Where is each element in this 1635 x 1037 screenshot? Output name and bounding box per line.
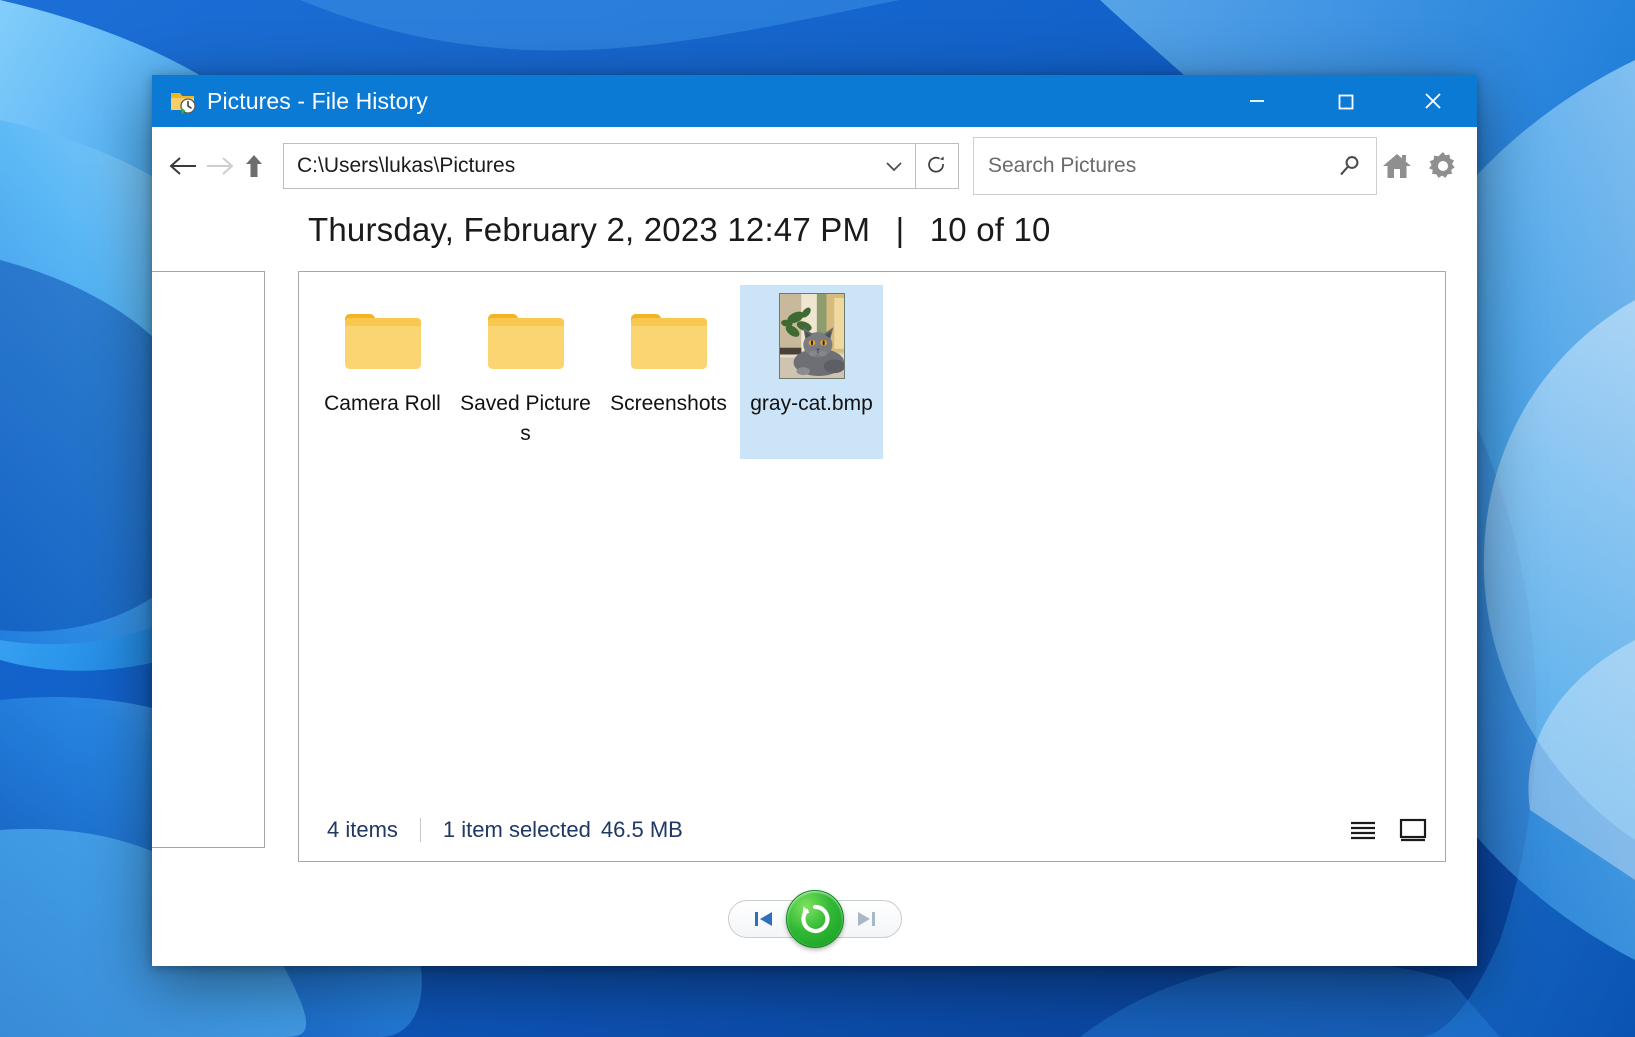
image-thumbnail	[778, 293, 845, 379]
status-bar: 4 items 1 item selected 46.5 MB	[299, 799, 1445, 861]
search-icon[interactable]	[1324, 153, 1376, 179]
file-history-window: Pictures - File History C:\Users\lukas\P…	[152, 75, 1477, 966]
back-button[interactable]	[166, 140, 201, 192]
gear-icon[interactable]	[1423, 146, 1463, 186]
list-item-selected[interactable]: gray-cat.bmp	[740, 285, 883, 459]
file-list-pane[interactable]: Camera Roll Saved Pictures Screenshots g…	[298, 271, 1446, 862]
toolbar-actions	[1377, 146, 1467, 186]
window-titlebar[interactable]: Pictures - File History	[152, 75, 1477, 127]
address-path: C:\Users\lukas\Pictures	[297, 154, 516, 177]
list-item[interactable]: Saved Pictures	[454, 285, 597, 459]
titlebar-left: Pictures - File History	[152, 88, 428, 115]
close-icon[interactable]	[1389, 75, 1477, 127]
address-bar[interactable]: C:\Users\lukas\Pictures	[283, 143, 916, 189]
minimize-icon[interactable]	[1213, 75, 1301, 127]
content-area: Camera Roll Saved Pictures Screenshots g…	[265, 271, 1477, 872]
navigation-toolbar: C:\Users\lukas\Pictures	[152, 127, 1477, 205]
selection-info: 1 item selected	[442, 817, 591, 842]
folder-icon	[483, 293, 569, 379]
details-view-icon[interactable]	[1345, 813, 1381, 847]
navigation-pane[interactable]	[152, 271, 265, 848]
refresh-icon[interactable]	[915, 143, 959, 189]
list-item[interactable]: Camera Roll	[311, 285, 454, 459]
header-separator: |	[895, 211, 905, 248]
selection-size: 46.5 MB	[600, 817, 683, 842]
version-navigation	[727, 890, 902, 948]
gray-cat-thumbnail	[778, 293, 845, 379]
forward-button[interactable]	[201, 140, 236, 192]
search-box[interactable]	[973, 137, 1377, 195]
window-controls	[1213, 75, 1477, 127]
up-button[interactable]	[236, 140, 271, 192]
list-item[interactable]: Screenshots	[597, 285, 740, 459]
maximize-icon[interactable]	[1301, 75, 1389, 127]
window-title: Pictures - File History	[207, 87, 428, 114]
items-grid: Camera Roll Saved Pictures Screenshots g…	[299, 272, 1445, 799]
search-input[interactable]	[974, 153, 1324, 179]
home-icon[interactable]	[1377, 146, 1417, 186]
restore-icon[interactable]	[785, 890, 844, 948]
folder-icon	[626, 293, 712, 379]
folder-history-icon	[169, 88, 196, 115]
item-label: gray-cat.bmp	[750, 392, 873, 415]
version-header: Thursday, February 2, 2023 12:47 PM | 10…	[152, 205, 1477, 249]
version-datetime: Thursday, February 2, 2023 12:47 PM	[308, 211, 871, 248]
window-body: Camera Roll Saved Pictures Screenshots g…	[152, 249, 1477, 872]
item-label: Saved Pictures	[460, 392, 591, 445]
large-icons-view-icon[interactable]	[1395, 813, 1431, 847]
item-count: 4 items	[327, 817, 398, 842]
status-divider	[419, 818, 421, 842]
version-counter: 10 of 10	[929, 211, 1051, 248]
restore-controls	[152, 872, 1477, 966]
view-buttons	[1345, 813, 1431, 847]
folder-icon	[340, 293, 426, 379]
status-text: 4 items 1 item selected 46.5 MB	[327, 817, 683, 843]
item-label: Camera Roll	[324, 392, 441, 415]
item-label: Screenshots	[610, 392, 727, 415]
chevron-down-icon[interactable]	[873, 144, 915, 188]
